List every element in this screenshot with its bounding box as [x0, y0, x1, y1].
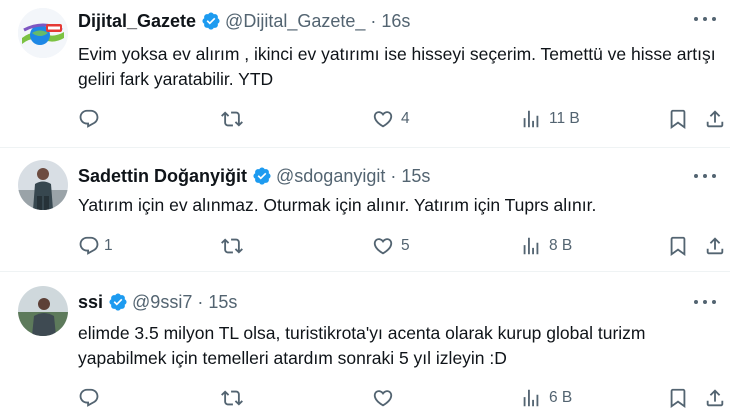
like-count: 4 [401, 110, 410, 127]
bookmark-button[interactable] [667, 386, 689, 410]
like-button[interactable]: 4 [372, 107, 410, 131]
share-button[interactable] [704, 386, 726, 410]
views-count: 11 B [549, 110, 580, 127]
like-button[interactable]: 5 [372, 234, 410, 258]
bookmark-icon [670, 109, 686, 130]
man-outdoor-photo-icon [18, 286, 68, 336]
reply-count: 1 [104, 237, 113, 254]
tweet-header: Dijital_Gazete @Dijital_Gazete_ · 16s [78, 10, 410, 32]
avatar[interactable] [18, 286, 68, 336]
author-handle[interactable]: @9ssi7 [132, 292, 192, 313]
more-options-icon[interactable] [694, 297, 716, 307]
tweet-text: Yatırım için ev alınmaz. Oturmak için al… [78, 195, 597, 215]
share-button[interactable] [704, 107, 726, 131]
bookmark-button[interactable] [667, 107, 689, 131]
heart-icon [373, 390, 393, 407]
news-logo-icon [18, 8, 68, 58]
author-handle[interactable]: @Dijital_Gazete_ [225, 11, 365, 32]
author-name[interactable]: Dijital_Gazete [78, 11, 196, 32]
retweet-button[interactable] [221, 107, 250, 131]
tweet-header: ssi @9ssi7 · 15s [78, 291, 237, 313]
action-bar: 1 5 8 B [78, 234, 724, 258]
reply-button[interactable] [78, 107, 107, 131]
views-button[interactable]: 6 B [520, 386, 572, 410]
tweet[interactable]: Sadettin Doğanyiğit @sdoganyigit · 15s Y… [0, 148, 730, 272]
share-icon [706, 110, 724, 128]
action-bar: 4 11 B [78, 107, 724, 131]
separator-dot: · [390, 165, 397, 186]
timestamp[interactable]: 15s [208, 292, 237, 313]
retweet-button[interactable] [221, 386, 250, 410]
tweet[interactable]: Dijital_Gazete @Dijital_Gazete_ · 16s Ev… [0, 0, 730, 148]
tweet[interactable]: ssi @9ssi7 · 15s elimde 3.5 milyon TL ol… [0, 272, 730, 420]
verified-badge-icon [109, 293, 127, 311]
action-bar: 6 B [78, 386, 724, 410]
views-chart-icon [523, 389, 539, 407]
tweet-header: Sadettin Doğanyiğit @sdoganyigit · 15s [78, 165, 430, 187]
tweet-text: elimde 3.5 milyon TL olsa, turistikrota'… [78, 323, 646, 368]
views-button[interactable]: 8 B [520, 234, 572, 258]
retweet-icon [221, 238, 243, 254]
views-count: 6 B [549, 389, 573, 406]
avatar[interactable] [18, 8, 68, 58]
author-name[interactable]: ssi [78, 292, 103, 313]
author-handle[interactable]: @sdoganyigit [276, 166, 385, 187]
views-button[interactable]: 11 B [520, 107, 580, 131]
verified-badge-icon [202, 12, 220, 30]
man-standing-photo-icon [18, 160, 68, 210]
verified-badge-icon [253, 167, 271, 185]
reply-icon [79, 109, 99, 128]
views-chart-icon [523, 237, 539, 255]
views-count: 8 B [549, 237, 573, 254]
more-options-icon[interactable] [694, 14, 716, 24]
reply-button[interactable]: 1 [78, 234, 113, 258]
avatar[interactable] [18, 160, 68, 210]
timestamp[interactable]: 16s [381, 11, 410, 32]
bookmark-icon [670, 388, 686, 409]
separator-dot: · [370, 10, 377, 31]
reply-icon [79, 388, 99, 407]
bookmark-button[interactable] [667, 234, 689, 258]
reply-icon [79, 236, 99, 255]
tweet-text: Evim yoksa ev alırım , ikinci ev yatırım… [78, 44, 716, 89]
retweet-button[interactable] [221, 234, 250, 258]
timestamp[interactable]: 15s [401, 166, 430, 187]
author-name[interactable]: Sadettin Doğanyiğit [78, 166, 247, 187]
retweet-icon [221, 390, 243, 406]
like-count: 5 [401, 237, 410, 254]
reply-button[interactable] [78, 386, 107, 410]
heart-icon [373, 238, 393, 255]
bookmark-icon [670, 236, 686, 257]
like-button[interactable] [372, 386, 401, 410]
retweet-icon [221, 111, 243, 127]
views-chart-icon [523, 110, 539, 128]
share-icon [706, 237, 724, 255]
share-icon [706, 389, 724, 407]
separator-dot: · [197, 291, 204, 312]
more-options-icon[interactable] [694, 171, 716, 181]
heart-icon [373, 111, 393, 128]
share-button[interactable] [704, 234, 726, 258]
